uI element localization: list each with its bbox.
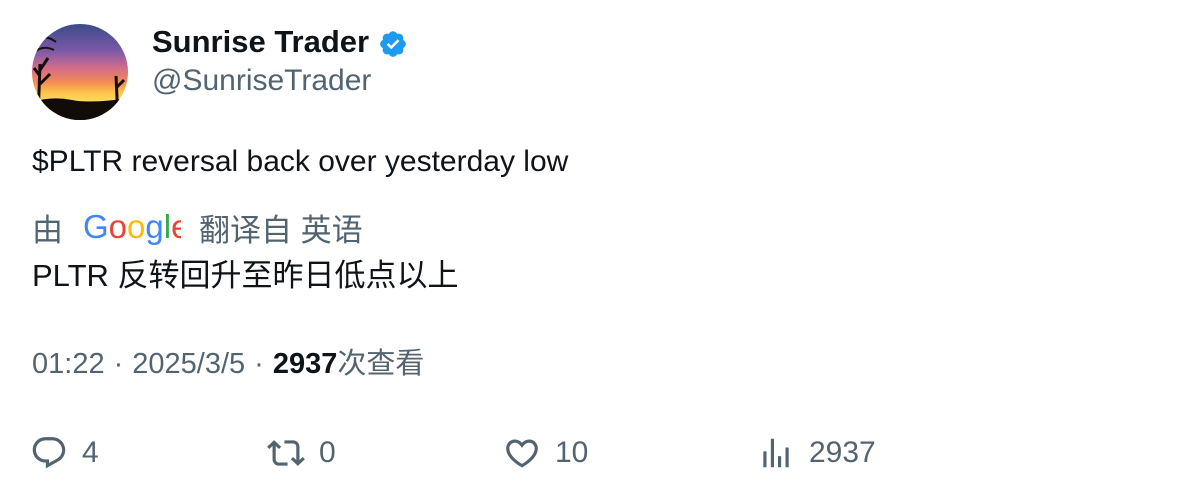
views-label: 次查看 [337,348,425,380]
google-logo: Google [83,208,181,245]
like-count: 10 [555,436,589,469]
views-count-action: 2937 [809,436,876,469]
verified-badge-icon [380,31,406,57]
like-button[interactable]: 10 [503,430,588,476]
meta-separator: · [113,348,124,380]
action-bar: 4 0 10 2937 [0,430,1196,476]
retweet-icon [267,440,305,466]
retweet-count: 0 [319,436,336,469]
reply-icon [32,437,66,469]
translated-from-label[interactable]: 翻译自 英语 [199,205,363,250]
views-count: 2937 [272,348,338,380]
display-name[interactable]: Sunrise Trader [152,22,369,62]
reply-button[interactable]: 4 [30,430,99,476]
analytics-icon [763,438,789,468]
tweet-meta: 01:22 · 2025/3/5 · 2937 次查看 [32,344,424,384]
translated-by-label: 由 [32,212,63,248]
meta-separator: · [254,348,264,380]
translated-text: PLTR 反转回升至昨日低点以上 [32,258,459,293]
svg-text:Google: Google [83,208,181,245]
display-name-row[interactable]: Sunrise Trader [152,22,408,62]
tweet-text: $PLTR reversal back over yesterday low [32,145,569,178]
reply-count: 4 [82,436,99,469]
user-handle[interactable]: @SunriseTrader [152,62,371,100]
translation-attribution: 由 Google 翻译自 英语 [32,206,363,248]
tweet-date[interactable]: 2025/3/5 [132,344,245,384]
avatar[interactable] [32,24,128,120]
views-button[interactable]: 2937 [757,430,876,476]
tweet-time[interactable]: 01:22 [32,344,105,384]
heart-icon [506,439,538,468]
retweet-button[interactable]: 0 [267,430,336,476]
